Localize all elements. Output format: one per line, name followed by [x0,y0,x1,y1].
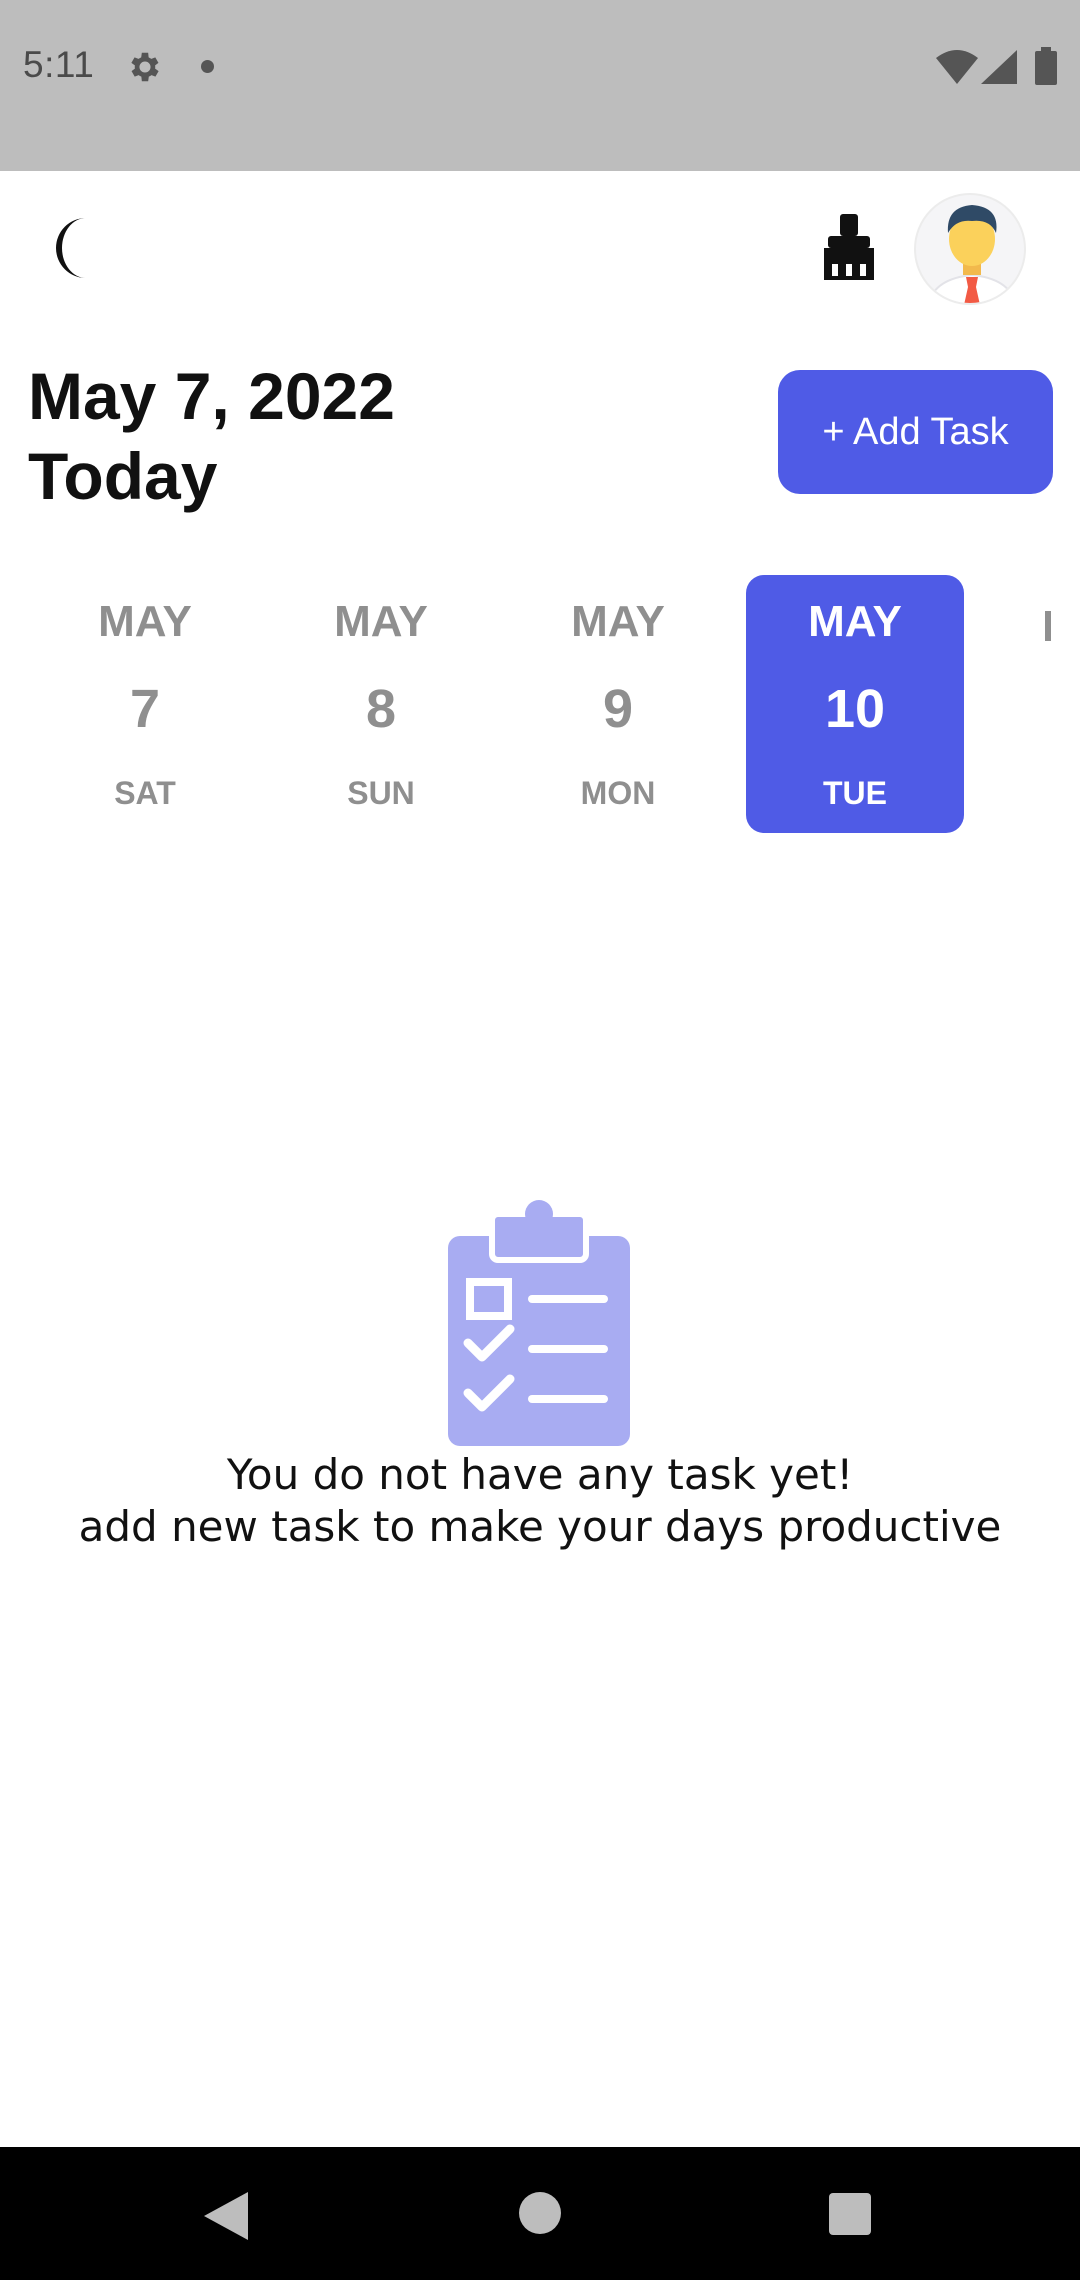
back-icon[interactable] [204,2192,248,2240]
date-month: MAY [808,597,902,646]
date-day: 10 [824,679,886,739]
home-icon[interactable] [519,2192,561,2234]
recent-apps-icon[interactable] [829,2193,871,2235]
date-weekday: MON [580,775,656,811]
user-avatar-icon [927,205,1017,303]
current-date-title: May 7, 2022 [28,359,395,433]
date-day: 9 [602,679,634,739]
date-month: MAY [98,597,192,646]
empty-state-subtitle: add new task to make your days productiv… [78,1502,1002,1551]
app-screen: 5:11 May 7, 2022 Today + Add Task MAY 7 … [0,0,1080,2280]
date-item-sat[interactable]: MAY 7 SAT [36,575,254,833]
date-month-partial: ​ [982,597,1080,647]
date-item-tue-selected[interactable]: MAY 10 TUE [746,575,964,833]
add-task-button[interactable]: + Add Task [778,370,1053,494]
signal-icon [981,50,1017,84]
broom-icon[interactable] [820,214,878,280]
date-month: MAY [571,597,665,646]
status-time: 5:11 [23,44,95,85]
avatar[interactable] [914,193,1026,305]
date-item-next-partial[interactable]: ​ [982,575,1080,833]
moon-icon[interactable] [50,216,102,280]
date-weekday: SAT [114,775,176,811]
empty-state-title: You do not have any task yet! [226,1450,854,1499]
wifi-icon [936,50,978,84]
date-weekday: SUN [347,775,415,811]
today-label: Today [28,439,218,513]
date-day: 7 [129,679,161,739]
gear-icon [131,52,159,82]
date-day: 8 [365,679,397,739]
date-item-mon[interactable]: MAY 9 MON [509,575,727,833]
clipboard-checklist-icon [448,1200,630,1446]
date-month: MAY [334,597,428,646]
notification-dot-icon [201,60,214,73]
date-strip[interactable]: MAY 7 SAT MAY 8 SUN MAY 9 MON MAY 10 TUE… [0,575,1080,835]
date-item-sun[interactable]: MAY 8 SUN [272,575,490,833]
date-weekday: TUE [823,775,887,811]
status-bar: 5:11 [0,0,1080,171]
battery-icon [1035,47,1057,85]
partial-letter [1045,611,1051,641]
